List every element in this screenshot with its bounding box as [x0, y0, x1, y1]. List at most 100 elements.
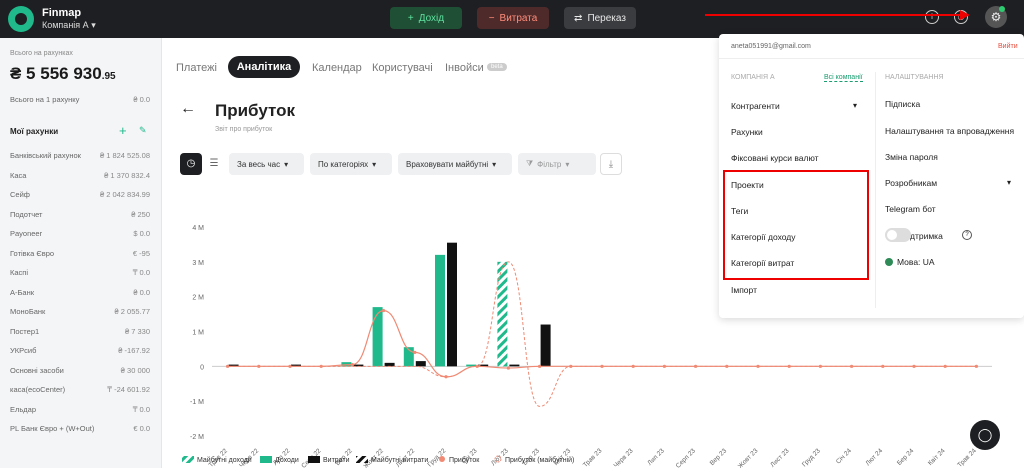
- account-row[interactable]: Ельдар₸ 0.0: [10, 405, 150, 414]
- x-tick-label: Квіт 24: [926, 446, 947, 467]
- tab-analytics[interactable]: Аналітика: [228, 56, 300, 78]
- chart-view-icon[interactable]: ◷: [180, 153, 202, 175]
- back-arrow-icon[interactable]: ←: [180, 100, 196, 118]
- account-row[interactable]: Подотчет ₴ 250: [10, 210, 150, 219]
- y-tick-label: -2 M: [190, 434, 204, 441]
- tab-users[interactable]: Користувачі: [372, 62, 433, 74]
- account-row[interactable]: А-Банк₴ 0.0: [10, 288, 150, 297]
- tab-payments[interactable]: Платежі: [176, 62, 217, 74]
- support-toggle[interactable]: [885, 228, 911, 242]
- income-bar: [435, 255, 445, 366]
- account-row[interactable]: Основні засоби₴ 30 000: [10, 366, 150, 375]
- chevron-down-icon: ▾: [372, 160, 376, 169]
- list-view-icon[interactable]: ☰: [203, 153, 225, 175]
- account-row[interactable]: УКРсиб₴ -167.92: [10, 346, 150, 355]
- account-name: Подотчет: [10, 210, 42, 219]
- profit-point: [382, 309, 385, 312]
- profit-point: [975, 365, 978, 368]
- chevron-down-icon: ▾: [284, 160, 288, 169]
- chevron-down-icon: ▾: [853, 101, 857, 110]
- settings-item[interactable]: Розробникам: [885, 178, 937, 188]
- expense-bar: [447, 243, 457, 367]
- total-label: Всього на рахунках: [10, 50, 73, 57]
- tab-invoices[interactable]: Інвойси: [445, 62, 484, 74]
- total-balance: ₴ 5 556 930.95: [10, 64, 116, 84]
- settings-item[interactable]: Telegram бот: [885, 204, 936, 214]
- logout-link[interactable]: Вийти: [998, 43, 1018, 50]
- y-tick-label: 2 M: [192, 295, 204, 302]
- divider: [719, 58, 1024, 59]
- accounts-title: Мої рахунки: [10, 127, 58, 136]
- settings-item[interactable]: Налаштування та впровадження: [885, 126, 1014, 136]
- profit-point: [850, 365, 853, 368]
- account-row[interactable]: Готівка Євро€ -95: [10, 249, 150, 258]
- account-row[interactable]: Payoneer$ 0.0: [10, 229, 150, 238]
- menu-item[interactable]: Рахунки: [731, 127, 763, 137]
- add-account-icon[interactable]: +: [119, 123, 127, 138]
- all-companies-link[interactable]: Всі компанії: [824, 74, 863, 82]
- profit-point: [944, 365, 947, 368]
- legend-label: Майбутні доходи: [197, 456, 252, 464]
- account-row[interactable]: Постер1₴ 7 330: [10, 327, 150, 336]
- expense-bar: [541, 325, 551, 367]
- account-balance: ₴ 30 000: [121, 366, 150, 375]
- account-balance: ₴ 250: [131, 210, 150, 219]
- profit-point: [351, 363, 354, 366]
- page-subtitle: Звіт про прибуток: [215, 126, 272, 133]
- expense-bar: [416, 361, 426, 366]
- menu-item[interactable]: Імпорт: [731, 285, 757, 295]
- profit-point: [881, 365, 884, 368]
- edit-icon[interactable]: ✎: [139, 125, 147, 136]
- account-row[interactable]: каса(ecoCenter)₸ -24 601.92: [10, 385, 150, 394]
- total-cents: .95: [102, 71, 116, 82]
- account-row[interactable]: Каспі₸ 0.0: [10, 268, 150, 277]
- tab-calendar[interactable]: Календар: [312, 62, 362, 74]
- profit-point: [413, 351, 416, 354]
- account-balance: ₴ 0.0: [133, 288, 150, 297]
- profit-point: [320, 365, 323, 368]
- company-heading: КОМПАНІЯ А: [731, 74, 775, 81]
- profit-point: [476, 365, 479, 368]
- legend-swatch: [356, 456, 368, 463]
- funnel-icon: ⧩: [526, 159, 533, 169]
- profit-point: [600, 365, 603, 368]
- settings-item[interactable]: Зміна пароля: [885, 152, 938, 162]
- category-filter[interactable]: По категоріях▾: [310, 153, 392, 175]
- account-row[interactable]: PL Банк Євро + (W+Out)€ 0.0: [10, 424, 150, 433]
- account-row[interactable]: Банківський рахунок₴ 1 824 525.08: [10, 151, 150, 160]
- chat-icon[interactable]: ◯: [970, 420, 1000, 450]
- settings-item[interactable]: Мова: UA: [897, 257, 935, 267]
- x-tick-label: Груд 23: [801, 447, 822, 468]
- expense-bar: [509, 365, 519, 367]
- profit-point: [226, 365, 229, 368]
- profit-point: [288, 365, 291, 368]
- period-filter[interactable]: За весь час▾: [229, 153, 304, 175]
- account-name: Готівка Євро: [10, 249, 54, 258]
- profit-point: [507, 366, 510, 369]
- legend-swatch: [260, 456, 272, 463]
- y-tick-label: -1 M: [190, 399, 204, 406]
- menu-item[interactable]: Фіксовані курси валют: [731, 153, 819, 163]
- filter-button[interactable]: ⧩Фільтр▾: [518, 153, 596, 175]
- settings-heading: НАЛАШТУВАННЯ: [885, 74, 944, 81]
- account-row[interactable]: Каса₴ 1 370 832.4: [10, 171, 150, 180]
- x-tick-label: Лип 23: [646, 447, 666, 467]
- legend-label: Прибуток: [449, 456, 480, 464]
- account-balance: ₴ 2 055.77: [115, 307, 150, 316]
- account-row[interactable]: МоноБанк₴ 2 055.77: [10, 307, 150, 316]
- user-email: aneta051991@gmail.com: [731, 43, 811, 50]
- account-name: Ельдар: [10, 405, 36, 414]
- future-filter[interactable]: Враховувати майбутні▾: [398, 153, 512, 175]
- help-icon[interactable]: ?: [962, 230, 972, 240]
- account-balance: € 0.0: [133, 424, 150, 433]
- future-label: Враховувати майбутні: [406, 160, 488, 169]
- globe-icon: [885, 258, 893, 266]
- per-account-value: ₴ 0.0: [133, 95, 150, 104]
- account-row[interactable]: Сейф₴ 2 042 834.99: [10, 190, 150, 199]
- settings-item[interactable]: Підписка: [885, 99, 920, 109]
- profit-point: [444, 375, 447, 378]
- expense-bar: [385, 363, 395, 366]
- account-name: Постер1: [10, 327, 39, 336]
- menu-item[interactable]: Контрагенти: [731, 101, 780, 111]
- download-icon[interactable]: ⤓: [600, 153, 622, 175]
